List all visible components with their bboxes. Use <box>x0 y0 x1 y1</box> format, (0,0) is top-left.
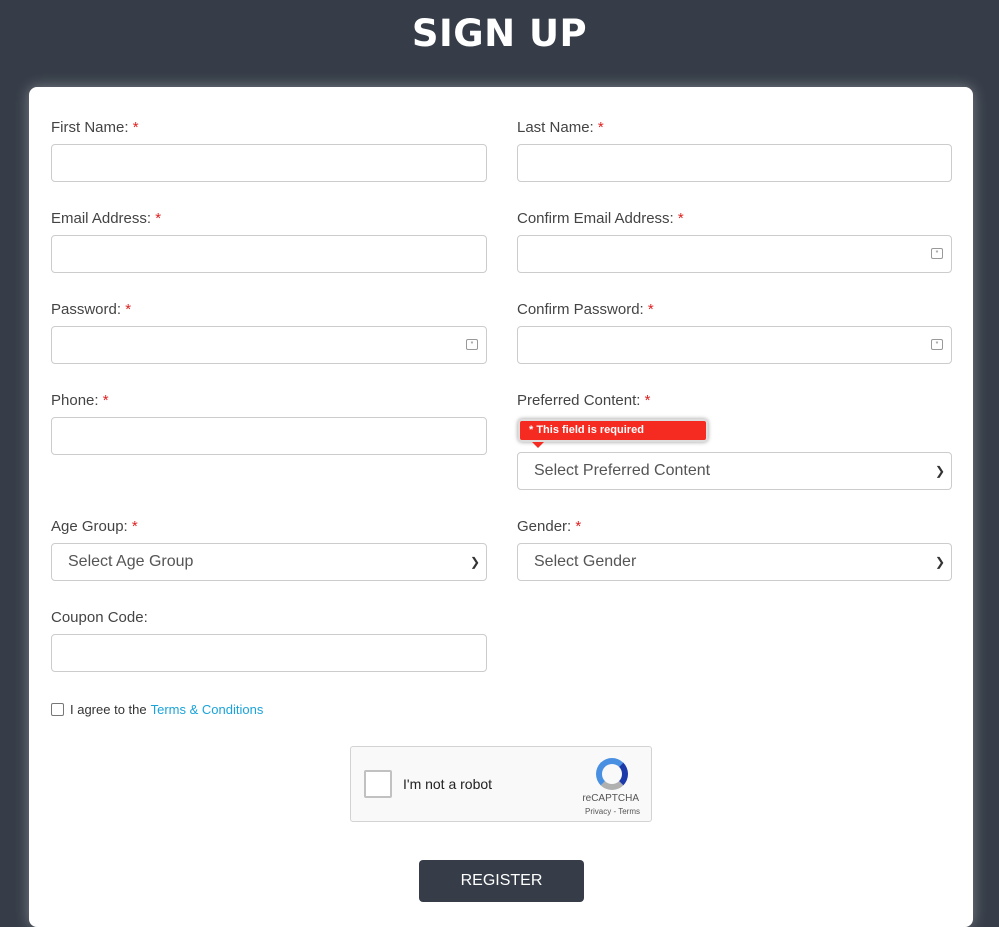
confirm-password-input[interactable]: * <box>517 326 952 364</box>
phone-label: Phone: * <box>51 392 109 409</box>
last-name-label: Last Name: * <box>517 119 604 136</box>
first-name-label: First Name: * <box>51 119 139 136</box>
recaptcha-logo-icon <box>596 758 628 790</box>
chevron-down-icon: ❯ <box>934 555 945 569</box>
recaptcha-widget: I'm not a robot reCAPTCHA Privacy - Term… <box>350 746 652 822</box>
terms-text: I agree to the <box>70 702 147 717</box>
first-name-input[interactable] <box>51 144 487 182</box>
coupon-label: Coupon Code: <box>51 609 148 626</box>
terms-checkbox[interactable] <box>51 703 64 716</box>
recaptcha-label: I'm not a robot <box>403 776 493 792</box>
signup-form: First Name: * Last Name: * Email Address… <box>29 87 973 927</box>
coupon-input[interactable] <box>51 634 487 672</box>
preferred-content-label: Preferred Content: * <box>517 392 651 409</box>
preferred-content-select[interactable]: Select Preferred Content ❯ <box>517 452 952 490</box>
chevron-down-icon: ❯ <box>469 555 480 569</box>
recaptcha-checkbox[interactable] <box>364 770 392 798</box>
gender-label: Gender: * <box>517 518 582 535</box>
email-label: Email Address: * <box>51 210 162 227</box>
recaptcha-brand: reCAPTCHA <box>582 793 639 804</box>
last-name-input[interactable] <box>517 144 952 182</box>
terms-agreement: I agree to the Terms & Conditions <box>51 702 263 717</box>
email-input[interactable] <box>51 235 487 273</box>
autofill-icon[interactable]: * <box>931 339 943 350</box>
autofill-icon[interactable]: * <box>466 339 478 350</box>
error-tooltip: * This field is required <box>518 419 708 448</box>
password-label: Password: * <box>51 301 132 318</box>
phone-input[interactable] <box>51 417 487 455</box>
gender-select[interactable]: Select Gender ❯ <box>517 543 952 581</box>
chevron-down-icon: ❯ <box>934 464 945 478</box>
confirm-email-input[interactable]: * <box>517 235 952 273</box>
age-group-label: Age Group: * <box>51 518 138 535</box>
autofill-icon[interactable]: * <box>931 248 943 259</box>
page-title: SIGN UP <box>411 12 588 55</box>
password-input[interactable]: * <box>51 326 487 364</box>
recaptcha-links[interactable]: Privacy - Terms <box>585 807 640 816</box>
age-group-select[interactable]: Select Age Group ❯ <box>51 543 487 581</box>
register-button[interactable]: REGISTER <box>419 860 584 902</box>
confirm-email-label: Confirm Email Address: * <box>517 210 684 227</box>
confirm-password-label: Confirm Password: * <box>517 301 654 318</box>
terms-link[interactable]: Terms & Conditions <box>151 702 264 717</box>
